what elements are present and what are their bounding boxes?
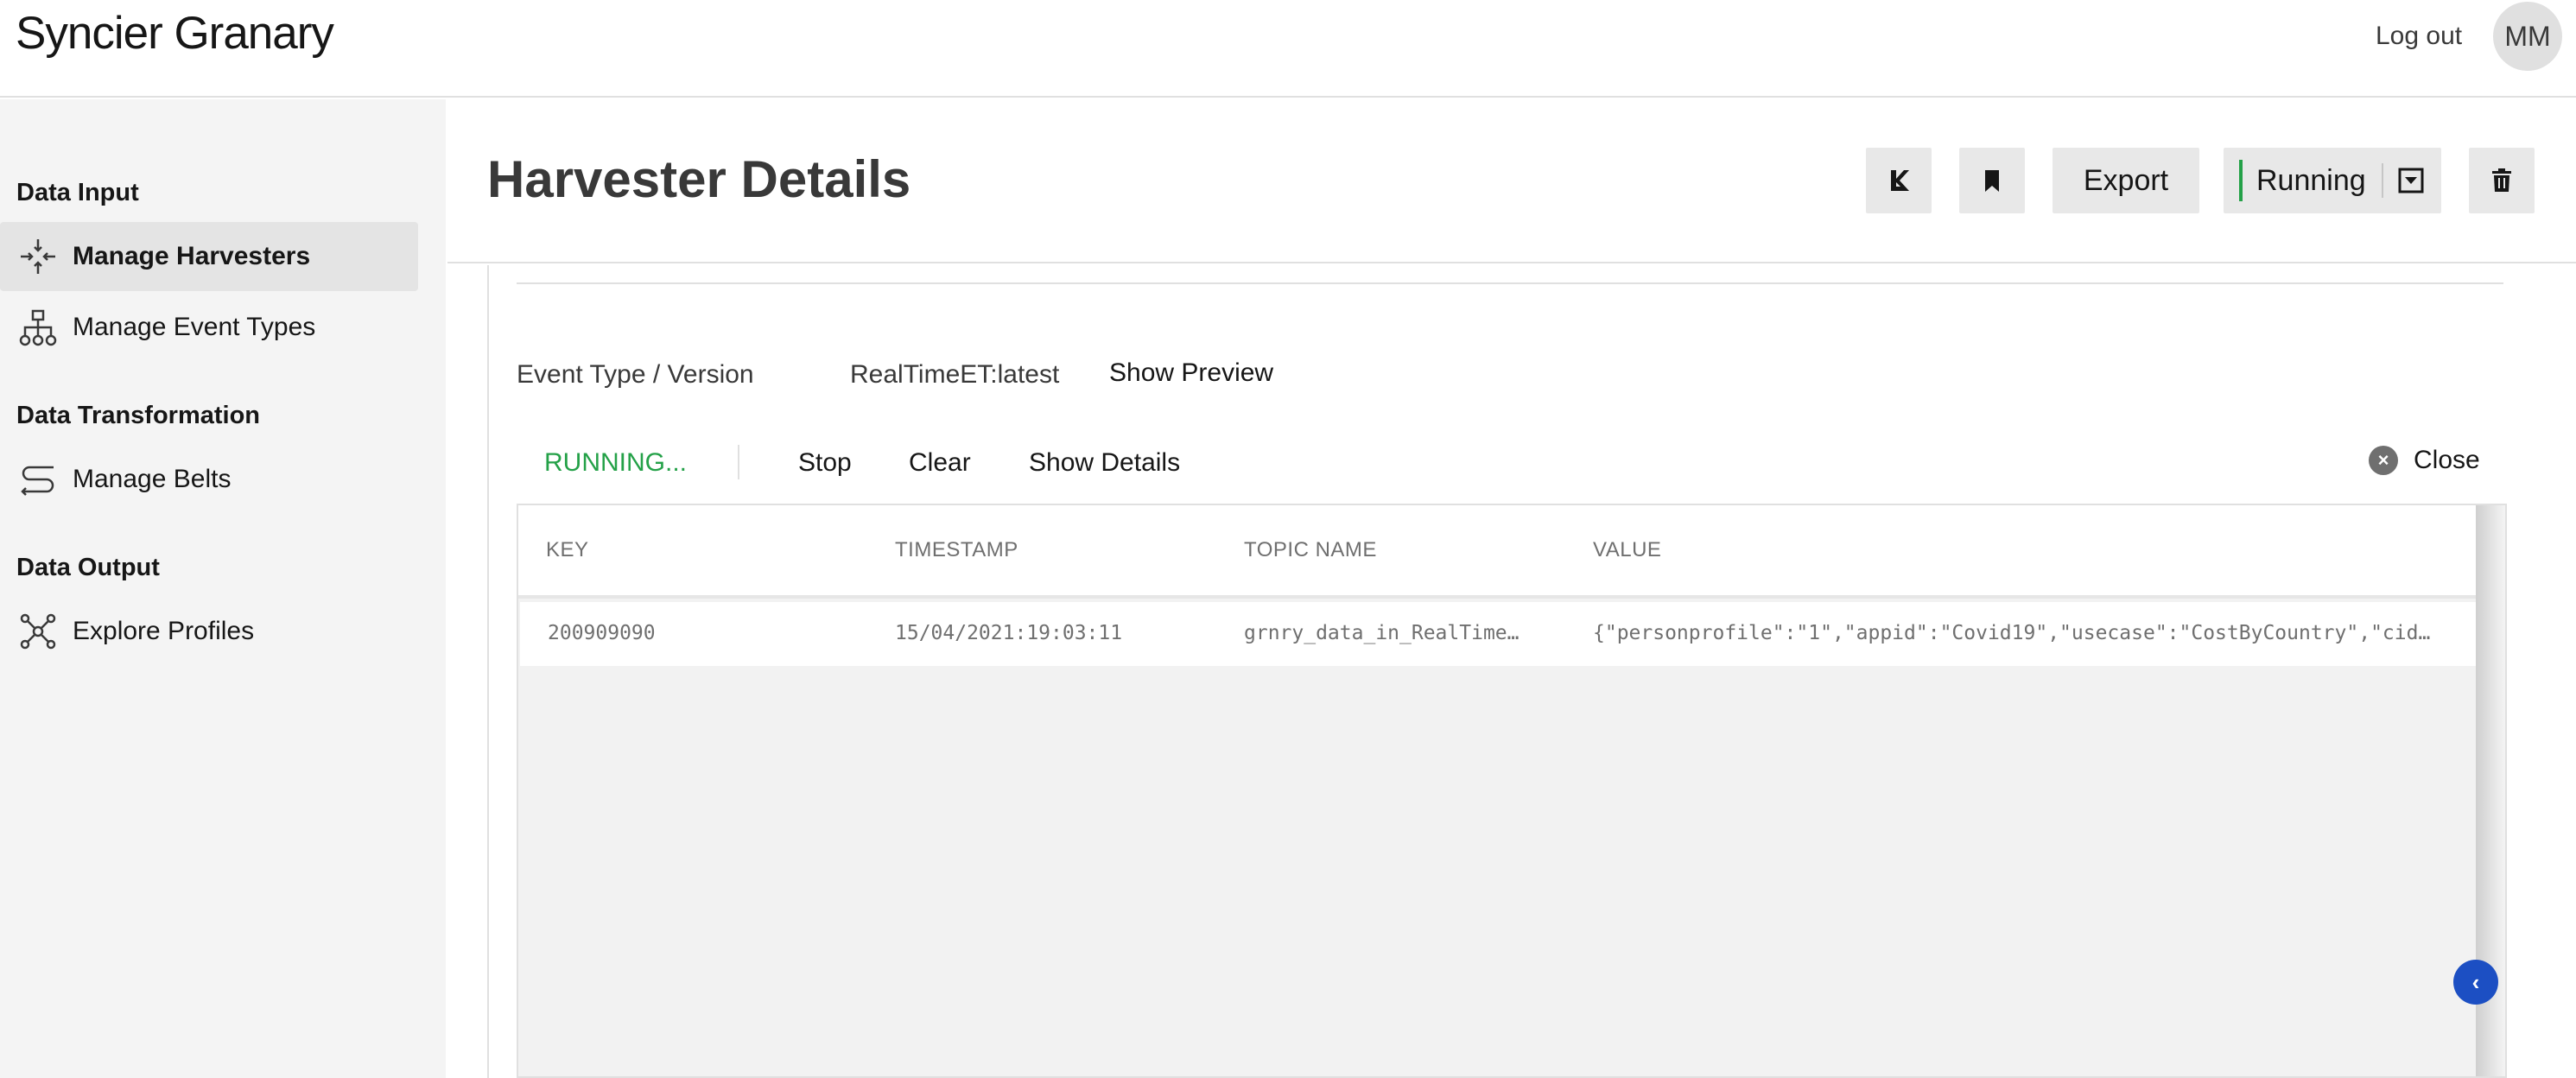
page-title: Harvester Details <box>487 150 911 208</box>
sidebar-item-label: Explore Profiles <box>73 617 255 645</box>
sidebar-item-label: Manage Harvesters <box>73 242 311 270</box>
sidebar-item-label: Manage Event Types <box>73 313 316 341</box>
close-label: Close <box>2414 446 2480 474</box>
bookmark-button[interactable] <box>1959 148 2025 213</box>
hierarchy-icon <box>19 309 57 346</box>
event-type-value: RealTimeET:latest <box>850 360 1060 389</box>
column-header-key[interactable]: KEY <box>546 538 589 562</box>
close-icon: × <box>2369 446 2398 475</box>
sidebar-section-data-transformation: Data Transformation <box>16 402 260 429</box>
stop-button[interactable]: Stop <box>798 448 852 478</box>
network-icon <box>20 613 56 650</box>
page-header: Harvester Details Export Running <box>447 99 2576 263</box>
app-title: Syncier Granary <box>16 8 334 59</box>
show-preview-button[interactable]: Show Preview <box>1109 358 1273 388</box>
cell-key: 200909090 <box>548 622 656 644</box>
main-content: Event Type / Version RealTimeET:latest S… <box>447 265 2576 1078</box>
cell-timestamp: 15/04/2021:19:03:11 <box>895 622 1123 644</box>
top-bar: Syncier Granary Log out MM <box>0 0 2576 98</box>
status-dropdown[interactable]: Running <box>2224 148 2441 213</box>
column-header-timestamp[interactable]: TIMESTAMP <box>895 538 1018 562</box>
sidebar-section-data-input: Data Input <box>16 179 139 206</box>
column-header-topic-name[interactable]: TOPIC NAME <box>1244 538 1377 562</box>
bookmark-icon <box>1985 170 1999 192</box>
clear-button[interactable]: Clear <box>909 448 971 478</box>
divider <box>517 282 2503 284</box>
sidebar: Data Input Manage Harvesters Manage Even… <box>0 99 446 1078</box>
collapse-panel-button[interactable]: ‹ <box>2453 960 2498 1005</box>
trash-icon <box>2492 168 2511 192</box>
avatar[interactable]: MM <box>2493 2 2562 71</box>
preview-status: RUNNING... <box>544 448 687 477</box>
divider <box>2381 163 2383 198</box>
cell-topic-name: grnry_data_in_RealTime… <box>1244 622 1520 644</box>
sidebar-item-manage-harvesters[interactable]: Manage Harvesters <box>0 222 418 291</box>
event-type-label: Event Type / Version <box>517 360 754 389</box>
table-header: KEY TIMESTAMP TOPIC NAME VALUE <box>518 505 2479 599</box>
chevron-down-icon <box>2398 168 2424 193</box>
cell-value: {"personprofile":"1","appid":"Covid19","… <box>1593 622 2431 644</box>
table-row[interactable]: 200909090 15/04/2021:19:03:11 grnry_data… <box>520 602 2479 666</box>
harvester-icon <box>21 239 55 274</box>
kafka-button[interactable] <box>1866 148 1932 213</box>
logout-link[interactable]: Log out <box>2376 19 2462 54</box>
harvester-details-card: Event Type / Version RealTimeET:latest S… <box>487 265 2576 1078</box>
divider <box>738 445 739 479</box>
column-header-value[interactable]: VALUE <box>1593 538 1661 562</box>
sidebar-item-manage-belts[interactable]: Manage Belts <box>0 445 418 514</box>
export-button[interactable]: Export <box>2053 148 2199 213</box>
sidebar-item-label: Manage Belts <box>73 465 232 493</box>
kafka-icon <box>1891 170 1909 191</box>
status-indicator <box>2239 160 2243 201</box>
sidebar-item-manage-event-types[interactable]: Manage Event Types <box>0 293 418 362</box>
delete-button[interactable] <box>2469 148 2535 213</box>
chevron-left-icon: ‹ <box>2471 968 2480 995</box>
belt-icon <box>21 466 54 496</box>
sidebar-section-data-output: Data Output <box>16 554 160 581</box>
status-label: Running <box>2256 163 2366 197</box>
close-preview-button[interactable]: × Close <box>2369 446 2480 475</box>
sidebar-item-explore-profiles[interactable]: Explore Profiles <box>0 597 418 666</box>
show-details-button[interactable]: Show Details <box>1029 448 1180 478</box>
preview-table: KEY TIMESTAMP TOPIC NAME VALUE 200909090… <box>517 504 2507 1078</box>
